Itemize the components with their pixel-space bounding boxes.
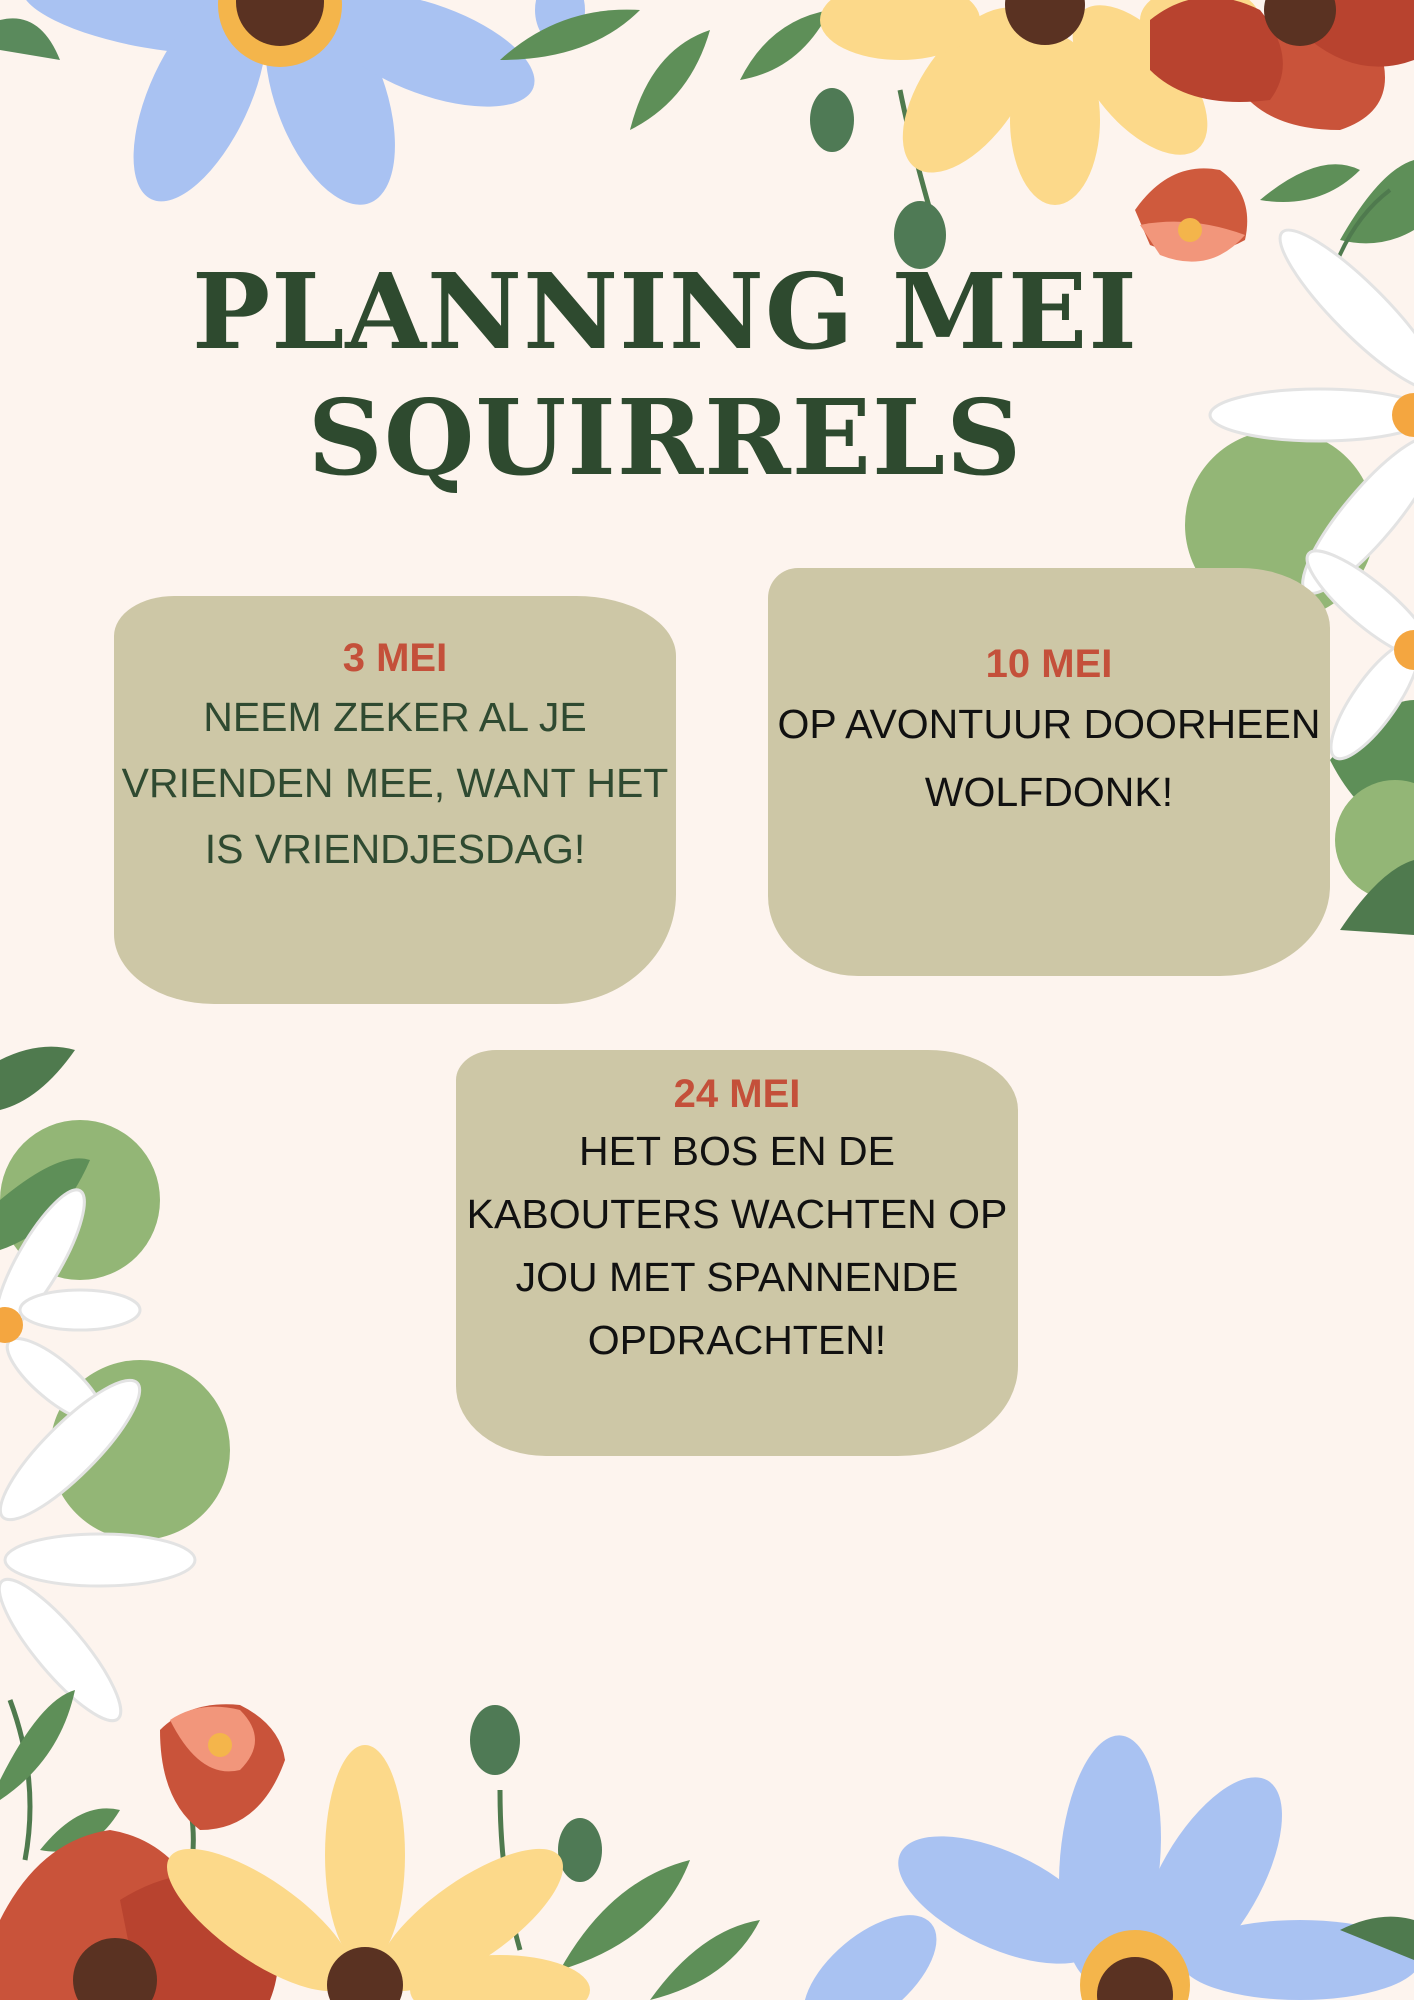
event-description: NEEM ZEKER AL JE VRIENDEN MEE, WANT HET … <box>121 694 669 872</box>
event-card-24-mei: 24 MEI HET BOS EN DE KABOUTERS WACHTEN O… <box>456 1050 1018 1456</box>
event-description: OP AVONTUUR DOORHEEN WOLFDONK! <box>777 701 1321 815</box>
event-date: 10 MEI <box>985 642 1113 686</box>
event-date: 24 MEI <box>673 1072 801 1116</box>
event-date: 3 MEI <box>342 636 448 680</box>
page-title-line-2: SQUIRRELS <box>307 376 1023 499</box>
white-daisy-left <box>0 1046 230 1723</box>
event-card-10-mei: 10 MEI OP AVONTUUR DOORHEEN WOLFDONK! <box>768 568 1330 976</box>
blue-flower-top-left <box>0 0 585 205</box>
page-title-line-1: PLANNING MEI <box>192 250 1138 373</box>
bottom-flowers <box>0 1690 1414 2000</box>
event-card-3-mei: 3 MEI NEEM ZEKER AL JE VRIENDEN MEE, WAN… <box>114 596 676 1004</box>
event-description: HET BOS EN DE KABOUTERS WACHTEN OP JOU M… <box>466 1128 1008 1363</box>
